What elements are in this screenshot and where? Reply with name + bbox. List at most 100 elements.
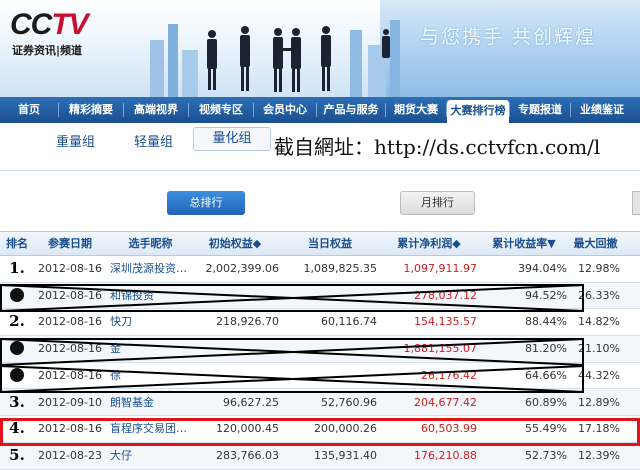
source-url-watermark: 截自網址：http://ds.cctvfcn.com/l [274,135,601,159]
cell-nickname[interactable]: 深圳茂源投资8… [106,256,191,282]
col-header-date: 参赛日期 [48,237,92,250]
cell-current-equity [283,336,381,362]
nav-item-vision[interactable]: 高端视界 [124,97,188,123]
cell-return: 88.44% [525,315,567,329]
cell-initial-equity [191,363,283,389]
cell-drawdown: 12.89% [578,395,620,409]
cell-nickname[interactable]: 徐 [106,363,191,389]
nav-item-reports[interactable]: 专题报道 [510,97,570,123]
logo-text-red: TV [51,8,88,41]
cell-initial-equity: 120,000.45 [216,422,279,436]
cell-initial-equity: 218,926.70 [216,315,279,329]
cell-date: 2012-09-10 [38,395,102,409]
col-header-initial-equity[interactable]: 初始权益◆ [191,232,283,255]
rank-dot-icon [10,367,24,382]
cell-rank [0,283,34,309]
cell-net-profit: 204,677.42 [414,395,477,409]
table-row[interactable]: 2. 2012-08-16 快刀 218,926.70 60,116.74 154,135… [0,309,640,337]
cell-net-profit: 26,176.42 [421,368,477,382]
cell-return: 81.20% [525,342,567,356]
cell-nickname[interactable]: 大仔 [106,443,191,469]
nav-item-rankings[interactable]: 大赛排行榜 [447,100,509,123]
main-nav: 首页 精彩摘要 高端视界 视频专区 会员中心 产品与服务 期货大赛 大赛排行榜 … [0,97,640,123]
rank-dot-icon [10,341,24,356]
ranking-table: 排名 参赛日期 选手昵称 初始权益◆ 当日权益 累计净利润◆ 累计收益率▼ 最大… [0,231,640,470]
cell-current-equity: 52,760.96 [321,395,377,409]
col-header-return[interactable]: 累计收益率▼ [481,232,571,255]
col-header-net-profit[interactable]: 累计净利润◆ [381,232,481,255]
cell-date: 2012-08-16 [38,262,102,275]
cell-nickname[interactable]: 盲程序交易团… [106,416,191,442]
cell-net-profit: 176,210.88 [414,448,477,462]
extra-tab-button[interactable] [632,191,640,215]
cell-current-equity: 200,000.26 [314,422,377,436]
rank-number: 1. [9,259,25,277]
cell-initial-equity [191,336,283,362]
cell-drawdown: 26.33% [578,288,620,302]
table-body: 1. 2012-08-16 深圳茂源投资8… 2,002,399.06 1,089,82… [0,256,640,470]
table-row[interactable]: 3. 2012-09-10 朗智基金 96,627.25 52,760.96 204,67… [0,389,640,417]
tab-light-group[interactable]: 轻量组 [134,131,173,150]
nav-item-members[interactable]: 会员中心 [254,97,316,123]
rank-number: 3. [9,392,25,411]
nav-item-home[interactable]: 首页 [0,97,58,123]
cell-return: 64.66% [525,368,567,382]
cell-rank: 4. [0,416,34,442]
nav-item-video[interactable]: 视频专区 [189,97,253,123]
cell-nickname[interactable]: 快刀 [106,309,191,335]
rank-number: 2. [9,312,25,331]
cell-net-profit: 1,097,911.97 [403,262,477,275]
table-header: 排名 参赛日期 选手昵称 初始权益◆ 当日权益 累计净利润◆ 累计收益率▼ 最大… [0,231,640,256]
cell-return: 60.89% [525,395,567,409]
cell-date: 2012-08-23 [38,448,102,462]
nav-item-verification[interactable]: 业绩鉴证 [571,97,633,123]
nav-item-products[interactable]: 产品与服务 [317,97,385,123]
cell-return: 394.04% [518,262,567,275]
cell-rank [0,336,34,362]
cell-date: 2012-08-16 [38,315,102,329]
logo-wordmark: CCTV [10,8,89,42]
cell-current-equity [283,283,381,309]
logo-text-left: CC [10,8,52,41]
cell-rank: 2. [0,309,34,335]
cell-nickname[interactable]: 和锦投资 [106,283,191,309]
cell-net-profit: 60,503.99 [421,422,477,436]
total-ranking-button[interactable]: 总排行 [167,191,245,215]
tab-quant-group[interactable]: 量化组 [193,127,271,151]
tab-heavy-group[interactable]: 重量组 [56,131,95,150]
cctv-logo[interactable]: CCTV 证券资讯|频道 [10,8,95,58]
cell-current-equity: 1,089,825.35 [303,262,377,275]
business-people-skyline-image [150,20,400,97]
table-row[interactable]: 5. 2012-08-23 大仔 283,766.03 135,931.40 176,21… [0,442,640,470]
nav-item-highlights[interactable]: 精彩摘要 [59,97,123,123]
cell-nickname[interactable]: 金 [106,336,191,362]
cell-return: 55.49% [525,422,567,436]
cell-current-equity: 60,116.74 [321,315,377,329]
cell-initial-equity: 2,002,399.06 [205,262,279,275]
rank-number: 4. [9,419,25,438]
nav-item-contest[interactable]: 期货大赛 [386,97,446,123]
cell-rank: 3. [0,390,34,416]
table-row[interactable]: 4. 2012-08-16 盲程序交易团… 120,000.45 200,000.26 6… [0,416,640,443]
col-header-rank: 排名 [6,237,28,250]
table-row[interactable]: 1. 2012-08-16 深圳茂源投资8… 2,002,399.06 1,089,82… [0,256,640,283]
col-header-nickname: 选手昵称 [128,237,173,250]
cell-return: 94.52% [525,288,567,302]
cell-initial-equity: 96,627.25 [223,395,279,409]
cell-current-equity: 135,931.40 [314,448,377,462]
cell-nickname[interactable]: 朗智基金 [106,390,191,416]
cell-net-profit: 1,881,155.07 [403,342,477,356]
cell-date: 2012-08-16 [38,422,102,436]
table-row[interactable]: 2012-08-16 徐 26,176.42 64.66% 44.32% [0,363,640,390]
logo-subtitle: 证券资讯|频道 [12,44,83,57]
table-row[interactable]: 2012-08-16 和锦投资 278,037.12 94.52% 26.33% [0,282,640,310]
cell-drawdown: 12.39% [578,448,620,462]
cell-initial-equity: 283,766.03 [216,448,279,462]
table-row[interactable]: 2012-08-16 金 1,881,155.07 81.20% 21.10% [0,336,640,363]
slogan: 与您携手 共创辉煌 [420,26,597,48]
cell-drawdown: 14.82% [578,315,620,329]
col-header-drawdown: 最大回撤 [573,237,618,250]
monthly-ranking-button[interactable]: 月排行 [400,191,475,215]
cell-date: 2012-08-16 [38,342,102,356]
section-divider [0,170,640,171]
